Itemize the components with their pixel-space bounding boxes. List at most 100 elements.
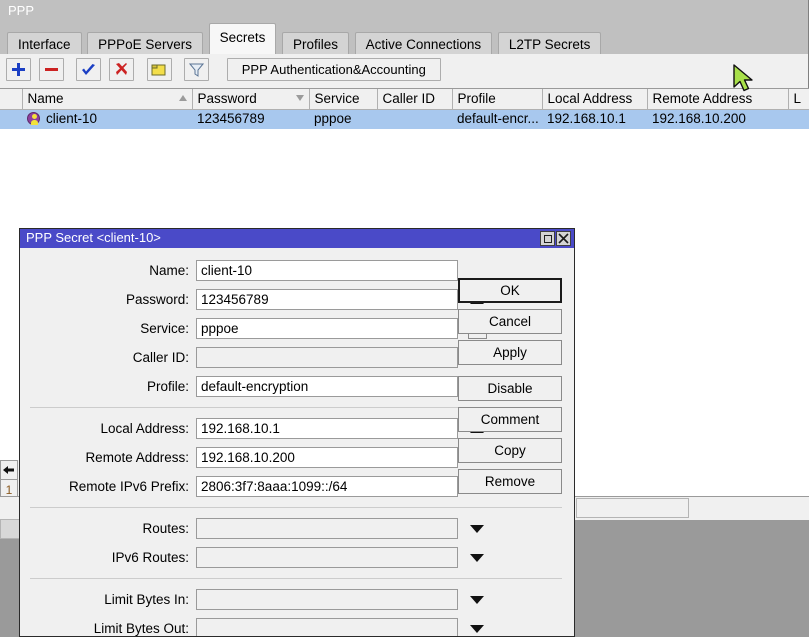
user-secret-icon (27, 112, 40, 125)
password-input[interactable] (196, 289, 458, 310)
column-header-last[interactable]: L (788, 89, 809, 110)
label-local-address: Local Address: (26, 421, 196, 436)
dialog-body: Name: Password: Service: Caller ID: (20, 248, 574, 637)
row-flag-cell (0, 110, 22, 129)
minus-icon (44, 62, 59, 77)
dialog-title-text: PPP Secret <client-10> (26, 230, 161, 245)
plus-icon (11, 62, 26, 77)
apply-button[interactable]: Apply (458, 340, 562, 365)
cancel-button[interactable]: Cancel (458, 309, 562, 334)
label-limit-bytes-in: Limit Bytes In: (26, 592, 196, 607)
table-header-row: Name Password Service Caller ID Profile … (0, 89, 809, 110)
maximize-button[interactable] (540, 231, 555, 246)
column-header-flags[interactable] (0, 89, 22, 110)
dialog-titlebar[interactable]: PPP Secret <client-10> (20, 229, 574, 248)
comment-button[interactable]: Comment (458, 407, 562, 432)
label-profile: Profile: (26, 379, 196, 394)
column-header-name[interactable]: Name (22, 89, 192, 110)
filter-button[interactable] (184, 58, 209, 81)
toolbar: PPP Authentication&Accounting (0, 55, 808, 87)
ipv6-routes-expand-button[interactable] (463, 554, 491, 562)
remote-ipv6-prefix-input[interactable] (196, 476, 458, 497)
maximize-icon (544, 235, 552, 243)
sort-ascending-icon (179, 95, 187, 101)
add-button[interactable] (6, 58, 31, 81)
label-ipv6-routes: IPv6 Routes: (26, 550, 196, 565)
label-remote-address: Remote Address: (26, 450, 196, 465)
triangle-down-icon (470, 596, 484, 604)
limit-bytes-out-input[interactable] (196, 618, 458, 637)
cross-icon (114, 62, 129, 77)
column-header-profile[interactable]: Profile (452, 89, 542, 110)
name-input[interactable] (196, 260, 458, 281)
remove-button[interactable] (39, 58, 64, 81)
column-header-remote-address[interactable]: Remote Address (647, 89, 788, 110)
row-remote-address-cell: 192.168.10.200 (647, 110, 788, 129)
label-name: Name: (26, 263, 196, 278)
field-row-ipv6-routes: IPv6 Routes: (20, 543, 574, 572)
column-header-password[interactable]: Password (192, 89, 309, 110)
note-icon (151, 63, 167, 77)
close-icon (558, 233, 569, 244)
disable-button[interactable] (109, 58, 134, 81)
divider-3 (30, 578, 562, 579)
secrets-table: Name Password Service Caller ID Profile … (0, 89, 809, 129)
label-caller-id: Caller ID: (26, 350, 196, 365)
routes-expand-button[interactable] (463, 525, 491, 533)
field-row-routes: Routes: (20, 514, 574, 543)
column-header-caller-id[interactable]: Caller ID (377, 89, 452, 110)
column-header-service[interactable]: Service (309, 89, 377, 110)
label-remote-ipv6-prefix: Remote IPv6 Prefix: (26, 479, 196, 494)
routes-input[interactable] (196, 518, 458, 539)
left-arrow-icon (3, 465, 15, 475)
tab-strip: Interface PPPoE Servers Secrets Profiles… (0, 20, 808, 55)
enable-button[interactable] (76, 58, 101, 81)
limit-bytes-in-input[interactable] (196, 589, 458, 610)
remote-address-input[interactable] (196, 447, 458, 468)
row-name-cell: client-10 (22, 110, 192, 129)
row-profile-cell: default-encr... (452, 110, 542, 129)
row-name-text: client-10 (46, 111, 97, 126)
tab-secrets[interactable]: Secrets (209, 23, 277, 54)
row-service-cell: pppoe (309, 110, 377, 129)
window-title: PPP (8, 3, 34, 18)
status-cell-left (576, 498, 689, 518)
table-row[interactable]: client-10 123456789 pppoe default-encr..… (0, 110, 809, 129)
triangle-down-icon (470, 625, 484, 633)
row-password-cell: 123456789 (192, 110, 309, 129)
label-routes: Routes: (26, 521, 196, 536)
row-caller-id-cell (377, 110, 452, 129)
remove-button[interactable]: Remove (458, 469, 562, 494)
field-row-limit-bytes-in: Limit Bytes In: (20, 585, 574, 614)
ok-button[interactable]: OK (458, 278, 562, 303)
limit-bytes-in-expand-button[interactable] (463, 596, 491, 604)
pager-back-button[interactable] (0, 460, 18, 480)
row-last-cell (788, 110, 809, 129)
profile-input[interactable] (196, 376, 458, 397)
ipv6-routes-input[interactable] (196, 547, 458, 568)
label-service: Service: (26, 321, 196, 336)
check-icon (81, 63, 96, 77)
sort-descending-icon (296, 95, 304, 101)
field-row-limit-bytes-out: Limit Bytes Out: (20, 614, 574, 637)
comment-button[interactable] (147, 58, 172, 81)
disable-button[interactable]: Disable (458, 376, 562, 401)
copy-button[interactable]: Copy (458, 438, 562, 463)
window-titlebar: PPP (0, 0, 808, 20)
divider-2 (30, 507, 562, 508)
service-input[interactable] (196, 318, 458, 339)
triangle-down-icon (470, 525, 484, 533)
funnel-icon (189, 62, 204, 77)
ppp-secret-dialog[interactable]: PPP Secret <client-10> Name: Password: (19, 228, 575, 637)
caller-id-input[interactable] (196, 347, 458, 368)
label-limit-bytes-out: Limit Bytes Out: (26, 621, 196, 636)
label-password: Password: (26, 292, 196, 307)
column-header-local-address[interactable]: Local Address (542, 89, 647, 110)
triangle-down-icon (470, 554, 484, 562)
ppp-authentication-accounting-button[interactable]: PPP Authentication&Accounting (227, 58, 441, 81)
limit-bytes-out-expand-button[interactable] (463, 625, 491, 633)
local-address-input[interactable] (196, 418, 458, 439)
dialog-button-panel: OK Cancel Apply Disable Comment Copy Rem… (458, 278, 562, 500)
close-button[interactable] (556, 231, 571, 246)
row-local-address-cell: 192.168.10.1 (542, 110, 647, 129)
